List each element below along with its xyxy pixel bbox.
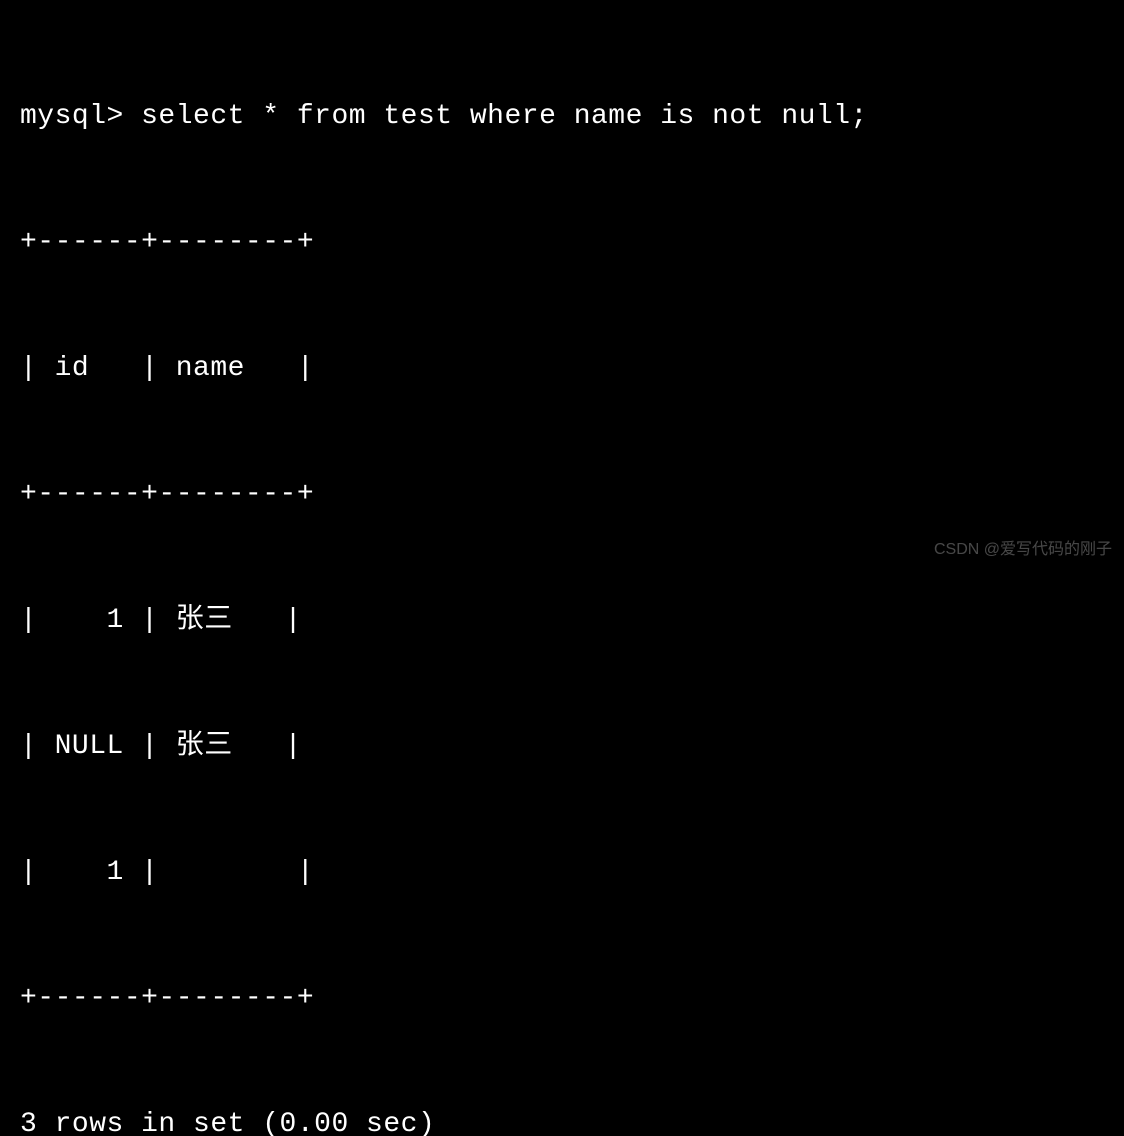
table-row: | NULL | 张三 | — [20, 726, 1104, 768]
sql-query: select * from test where name is not nul… — [141, 101, 868, 132]
table-row: | 1 | | — [20, 852, 1104, 894]
table-border-bot: +------+--------+ — [20, 978, 1104, 1020]
table-border-mid: +------+--------+ — [20, 474, 1104, 516]
mysql-prompt: mysql> — [20, 101, 141, 132]
query-line: mysql> select * from test where name is … — [20, 96, 1104, 138]
watermark: CSDN @爱写代码的刚子 — [934, 538, 1112, 562]
table-border-top: +------+--------+ — [20, 222, 1104, 264]
table-row: | 1 | 张三 | — [20, 600, 1104, 642]
result-summary: 3 rows in set (0.00 sec) — [20, 1104, 1104, 1136]
table-header: | id | name | — [20, 348, 1104, 390]
terminal-output: mysql> select * from test where name is … — [20, 12, 1104, 1136]
